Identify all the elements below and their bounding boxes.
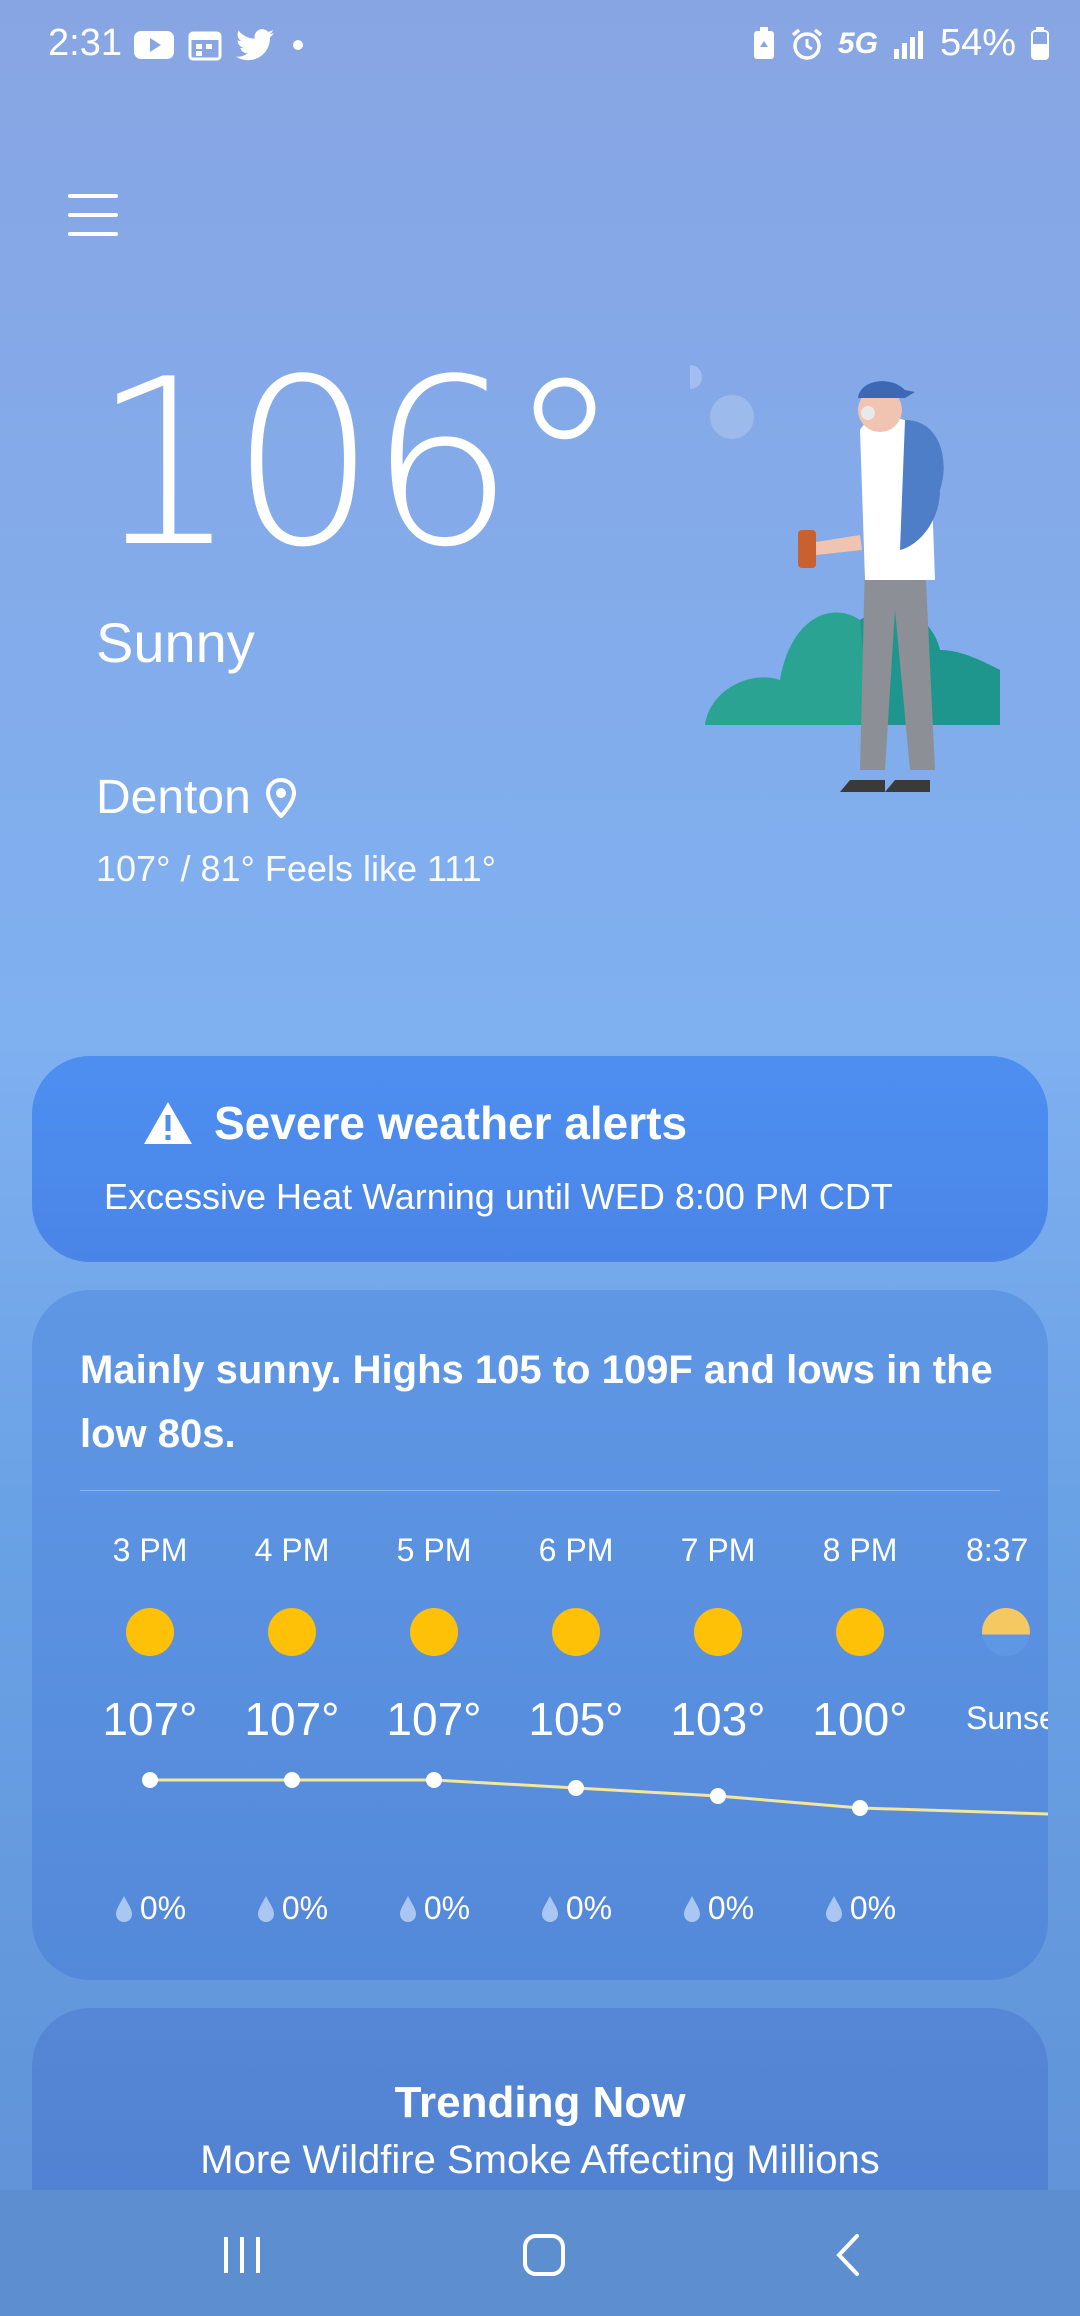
sunset-time: 8:37 [966,1532,1029,1568]
sunset-column: 8:37 Sunset [932,1530,1048,1737]
hour-column: 4 PM 107° [222,1530,362,1746]
hour-temperature: 103° [670,1693,766,1745]
system-status: 5G 54% [752,22,1050,65]
raindrop-icon [399,1895,416,1922]
navigation-bar [0,2190,1080,2316]
battery-icon [1031,26,1049,60]
home-button[interactable] [514,2230,574,2280]
sun-icon [268,1608,316,1656]
hour-time: 7 PM [680,1532,756,1568]
temperature-point [426,1772,442,1788]
temperature-point [142,1772,158,1788]
sunset-label: Sunset [966,1700,1048,1736]
divider [80,1490,1000,1491]
precip-value: 0% [281,1890,329,1926]
hour-column: 8 PM 100° [790,1530,930,1746]
raindrop-icon [115,1895,132,1922]
status-bar: 2:31 5G 54% [0,0,1080,96]
hour-time: 3 PM [112,1532,188,1568]
home-icon [523,2234,565,2276]
precipitation: 0% [80,1890,220,1927]
weather-condition: Sunny [96,611,255,674]
network-type: 5G [837,26,878,60]
precip-value: 0% [565,1890,613,1926]
sunset-icon [982,1608,1030,1656]
sun-icon [410,1608,458,1656]
precip-value: 0% [139,1890,187,1926]
severe-weather-alert-card[interactable]: Severe weather alerts Excessive Heat War… [32,1056,1048,1262]
notification-icons [134,28,308,62]
location-name: Denton [96,771,251,824]
signal-icon [893,30,923,59]
trending-headline[interactable]: More Wildfire Smoke Affecting Millions [32,2138,1048,2183]
status-time: 2:31 [48,22,122,64]
recents-button[interactable] [212,2230,272,2280]
alert-description: Excessive Heat Warning until WED 8:00 PM… [104,1176,893,1217]
alert-title: Severe weather alerts [214,1097,688,1149]
temperature-point [852,1800,868,1816]
current-temperature: 106° [92,331,622,598]
battery-saver-icon [753,26,774,59]
temperature-graph [142,1772,1048,1816]
hour-column: 7 PM 103° [648,1530,788,1746]
hour-temperature: 100° [812,1693,908,1745]
trending-title: Trending Now [394,2078,686,2127]
calendar-icon [188,31,222,61]
battery-percent: 54% [939,22,1016,64]
back-icon [836,2234,859,2276]
high-low-feels-like: 107° / 81° Feels like 111° [96,848,497,889]
dot-icon [293,40,303,50]
alarm-icon [791,28,823,60]
precipitation: 0% [648,1890,788,1927]
location[interactable]: Denton [96,770,297,825]
weather-illustration [690,365,1000,792]
precipitation: 0% [364,1890,504,1927]
back-button[interactable] [818,2230,878,2280]
sun-icon [836,1608,884,1656]
hour-temperature: 107° [386,1693,482,1745]
precip-value: 0% [423,1890,471,1926]
temperature-point [710,1788,726,1804]
warning-icon [144,1102,192,1144]
temperature-line [150,1778,1048,1816]
raindrop-icon [683,1895,700,1922]
alert-title-row: Severe weather alerts [142,1096,687,1150]
raindrop-icon [257,1895,274,1922]
forecast-summary: Mainly sunny. Highs 105 to 109F and lows… [80,1348,993,1456]
twitter-icon [236,29,274,61]
precip-value: 0% [849,1890,897,1926]
youtube-icon [134,31,174,59]
precipitation: 0% [222,1890,362,1927]
raindrop-icon [825,1895,842,1922]
precipitation: 0% [506,1890,646,1927]
hour-temperature: 107° [244,1693,340,1745]
hour-column: 6 PM 105° [506,1530,646,1746]
location-pin-icon [265,777,296,818]
temperature-point [568,1780,584,1796]
sun-icon [552,1608,600,1656]
recents-icon [224,2237,260,2273]
hourly-forecast-card[interactable]: Mainly sunny. Highs 105 to 109F and lows… [32,1290,1048,1980]
sun-icon [126,1608,174,1656]
menu-icon[interactable] [68,192,120,238]
hour-time: 6 PM [538,1532,614,1568]
hour-column: 5 PM 107° [364,1530,504,1746]
precipitation: 0% [790,1890,930,1927]
temperature-point [284,1772,300,1788]
hour-temperature: 105° [528,1693,624,1745]
hour-temperature: 107° [102,1693,198,1745]
precip-value: 0% [707,1890,755,1926]
hour-time: 8 PM [822,1532,898,1568]
hour-time: 4 PM [254,1532,330,1568]
sun-icon [694,1608,742,1656]
hour-column: 3 PM 107° [80,1530,220,1746]
raindrop-icon [541,1895,558,1922]
hour-time: 5 PM [396,1532,472,1568]
